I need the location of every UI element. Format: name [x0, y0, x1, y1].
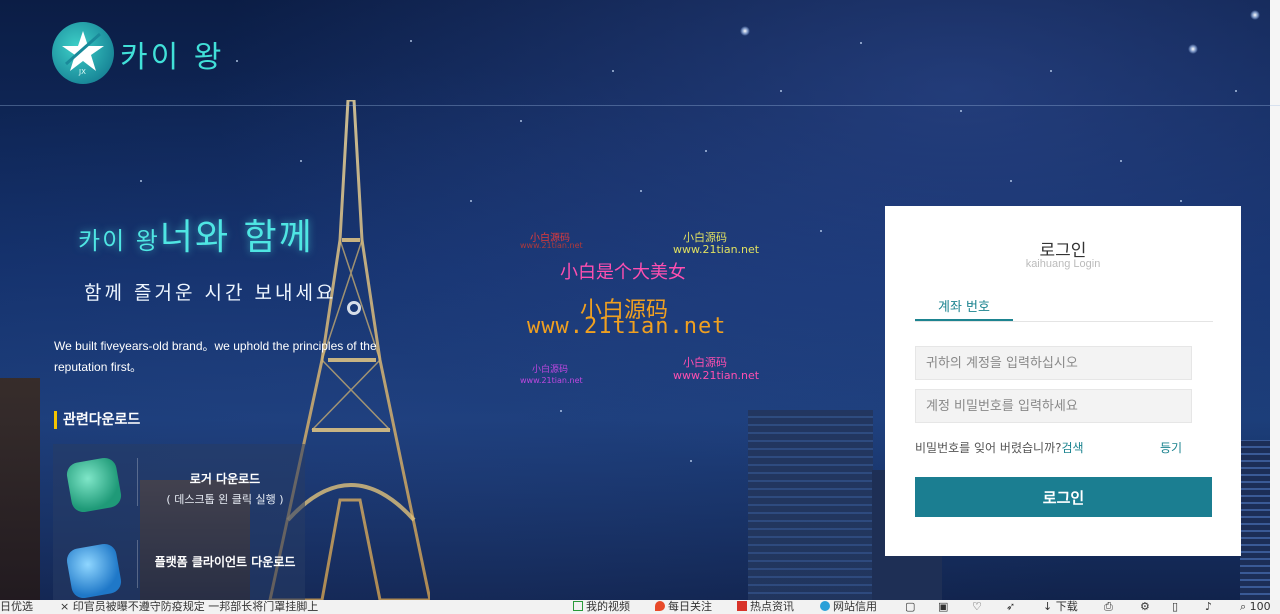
- watermark: www.21tian.net: [673, 243, 760, 256]
- download-status[interactable]: ↓ 下载: [1043, 600, 1078, 614]
- status-item-credit[interactable]: 网站信用: [820, 600, 877, 614]
- volume-icon[interactable]: ♪: [1205, 600, 1212, 614]
- download-app-icon: [65, 456, 123, 514]
- tools-icon[interactable]: ⚙: [1140, 600, 1150, 614]
- login-button[interactable]: 로그인: [915, 477, 1212, 517]
- zoom-level[interactable]: ⌕ 100: [1240, 600, 1271, 614]
- rocket-icon[interactable]: ➶: [1006, 600, 1015, 614]
- building-far-right: [1240, 440, 1270, 600]
- heart-icon[interactable]: ♡: [972, 600, 982, 614]
- download-item-logger[interactable]: 로거 다운로드 ( 데스크톱 왼 클릭 실행 ): [53, 444, 305, 526]
- building-left: [0, 378, 40, 600]
- forgot-text: 비밀번호를 잊어 버렸습니까?: [915, 441, 1062, 455]
- status-item-video[interactable]: 我的视频: [573, 600, 630, 614]
- watermark: 小白是个大美女: [560, 262, 686, 283]
- building-tower-right: [748, 410, 873, 600]
- watermark: www.21tian.net: [520, 241, 583, 250]
- header: JX 카이 왕: [0, 0, 1280, 106]
- status-item-news[interactable]: 热点资讯: [737, 600, 794, 614]
- image-icon[interactable]: ▣: [938, 600, 948, 614]
- ring-icon: [347, 301, 361, 315]
- download-item-client[interactable]: 플랫폼 클라이언트 다운로드: [53, 526, 305, 608]
- window-icon[interactable]: ▯: [1172, 600, 1178, 614]
- toolbar-icon[interactable]: ▢: [905, 600, 915, 614]
- downloads-heading: 관련다운로드: [54, 411, 140, 429]
- hero-title-brand: 카이 왕: [78, 227, 160, 255]
- watermark: www.21tian.net: [520, 376, 583, 385]
- download-label: 로거 다운로드: [189, 472, 261, 486]
- account-input[interactable]: [915, 346, 1192, 380]
- login-subtitle: kaihuang Login: [1025, 258, 1101, 270]
- watermark: www.21tian.net: [527, 314, 727, 339]
- password-input[interactable]: [915, 389, 1192, 423]
- news-icon: [737, 601, 747, 611]
- brand-name: 카이 왕: [120, 40, 225, 75]
- browser-status-bar: 日优选 × 印官员被曝不遵守防疫规定 一邦部长将门罩挂脚上 我的视频 每日关注 …: [0, 600, 1280, 614]
- status-item-follow[interactable]: 每日关注: [655, 600, 712, 614]
- news-ticker[interactable]: × 印官员被曝不遵守防疫规定 一邦部长将门罩挂脚上: [60, 600, 318, 614]
- download-client-icon: [65, 542, 123, 600]
- flame-icon: [655, 601, 665, 611]
- hero-title-main: 너와 함께: [159, 217, 314, 258]
- tab-account[interactable]: 계좌 번호: [915, 296, 1013, 322]
- watermark: 小白源码: [683, 356, 727, 369]
- logo-mark: JX: [79, 68, 86, 76]
- download-note: ( 데스크톱 왼 클릭 실행 ): [166, 493, 284, 506]
- download-label: 플랫폼 클라이언트 다운로드: [154, 555, 296, 569]
- play-icon: [573, 601, 583, 611]
- downloads-panel: 로거 다운로드 ( 데스크톱 왼 클릭 실행 ) 플랫폼 클라이언트 다운로드: [53, 444, 305, 604]
- printer-icon[interactable]: ⎙: [1104, 600, 1113, 614]
- login-card: 로그인 kaihuang Login 계좌 번호 비밀번호를 잊어 버렸습니까?…: [885, 206, 1241, 556]
- hero-description: We built fiveyears-old brand。we uphold t…: [54, 339, 377, 374]
- hero-subtitle: 함께 즐거운 시간 보내세요: [84, 282, 337, 304]
- divider: [137, 540, 138, 588]
- watermark: www.21tian.net: [673, 369, 760, 382]
- register-link[interactable]: 등기: [1160, 439, 1182, 456]
- shield-icon: [820, 601, 830, 611]
- search-account-link[interactable]: 검색: [1061, 441, 1083, 455]
- tab-underline: [915, 321, 1213, 322]
- divider: [137, 458, 138, 506]
- status-left-label[interactable]: 日优选: [0, 600, 33, 614]
- hero-title: 카이 왕너와 함께: [78, 208, 314, 260]
- forgot-password: 비밀번호를 잊어 버렸습니까?검색: [915, 439, 1084, 456]
- watermark: 小白源码: [532, 365, 569, 375]
- logo[interactable]: JX: [52, 22, 114, 84]
